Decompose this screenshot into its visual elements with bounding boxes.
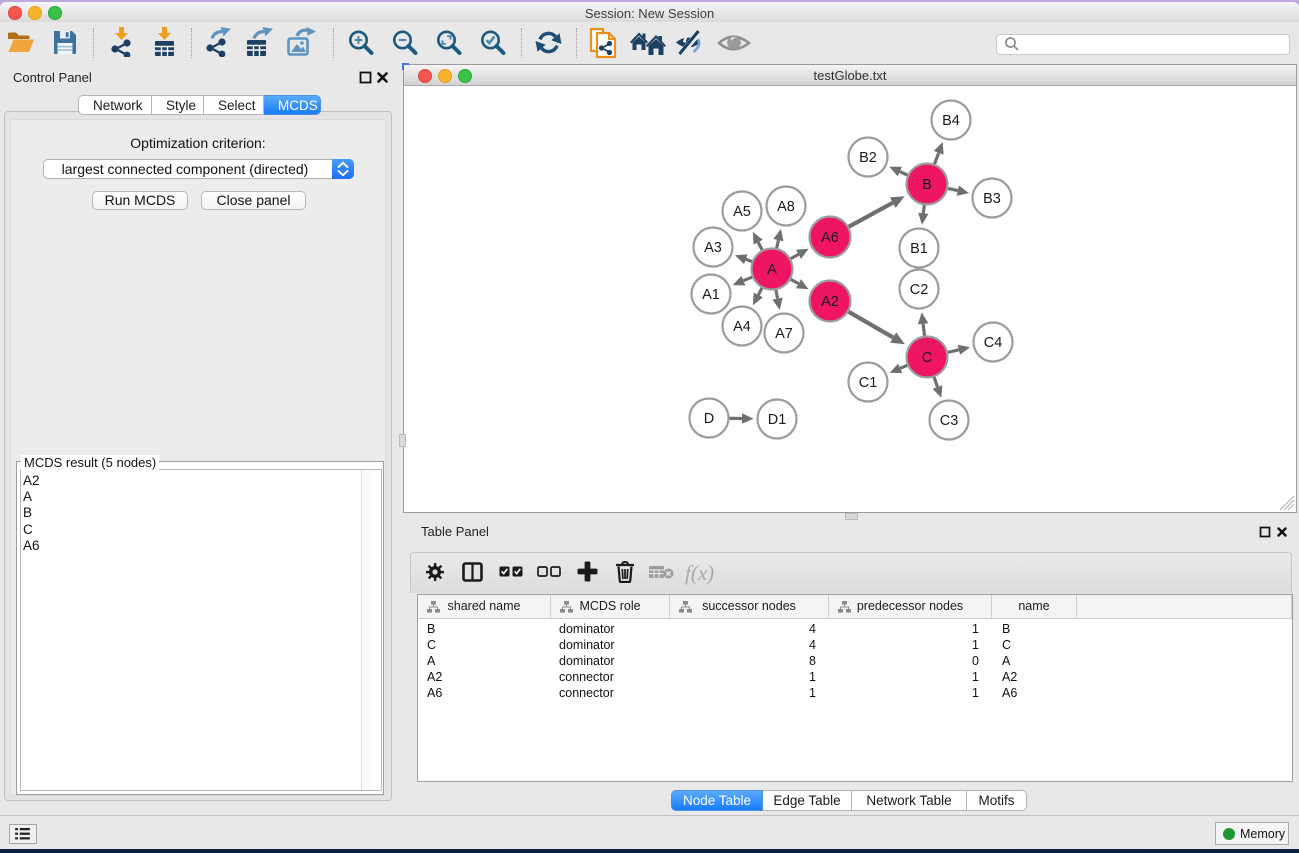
svg-text:A5: A5 [733,204,751,220]
svg-text:A2: A2 [821,294,839,310]
svg-text:A8: A8 [777,199,795,215]
svg-text:A4: A4 [733,319,751,335]
svg-text:D: D [704,411,714,427]
svg-text:C1: C1 [859,375,878,391]
svg-text:A6: A6 [821,230,839,246]
svg-text:A1: A1 [702,287,720,303]
svg-text:A3: A3 [704,240,722,256]
svg-text:D1: D1 [768,412,787,428]
svg-text:B: B [922,177,932,193]
svg-text:A7: A7 [775,326,793,342]
svg-text:B4: B4 [942,113,960,129]
svg-text:C: C [922,350,932,366]
svg-text:B1: B1 [910,241,928,257]
svg-text:B3: B3 [983,191,1001,207]
svg-text:B2: B2 [859,150,877,166]
svg-text:A: A [767,262,777,278]
svg-text:C4: C4 [984,335,1003,351]
svg-text:C3: C3 [940,413,959,429]
svg-text:C2: C2 [910,282,929,298]
